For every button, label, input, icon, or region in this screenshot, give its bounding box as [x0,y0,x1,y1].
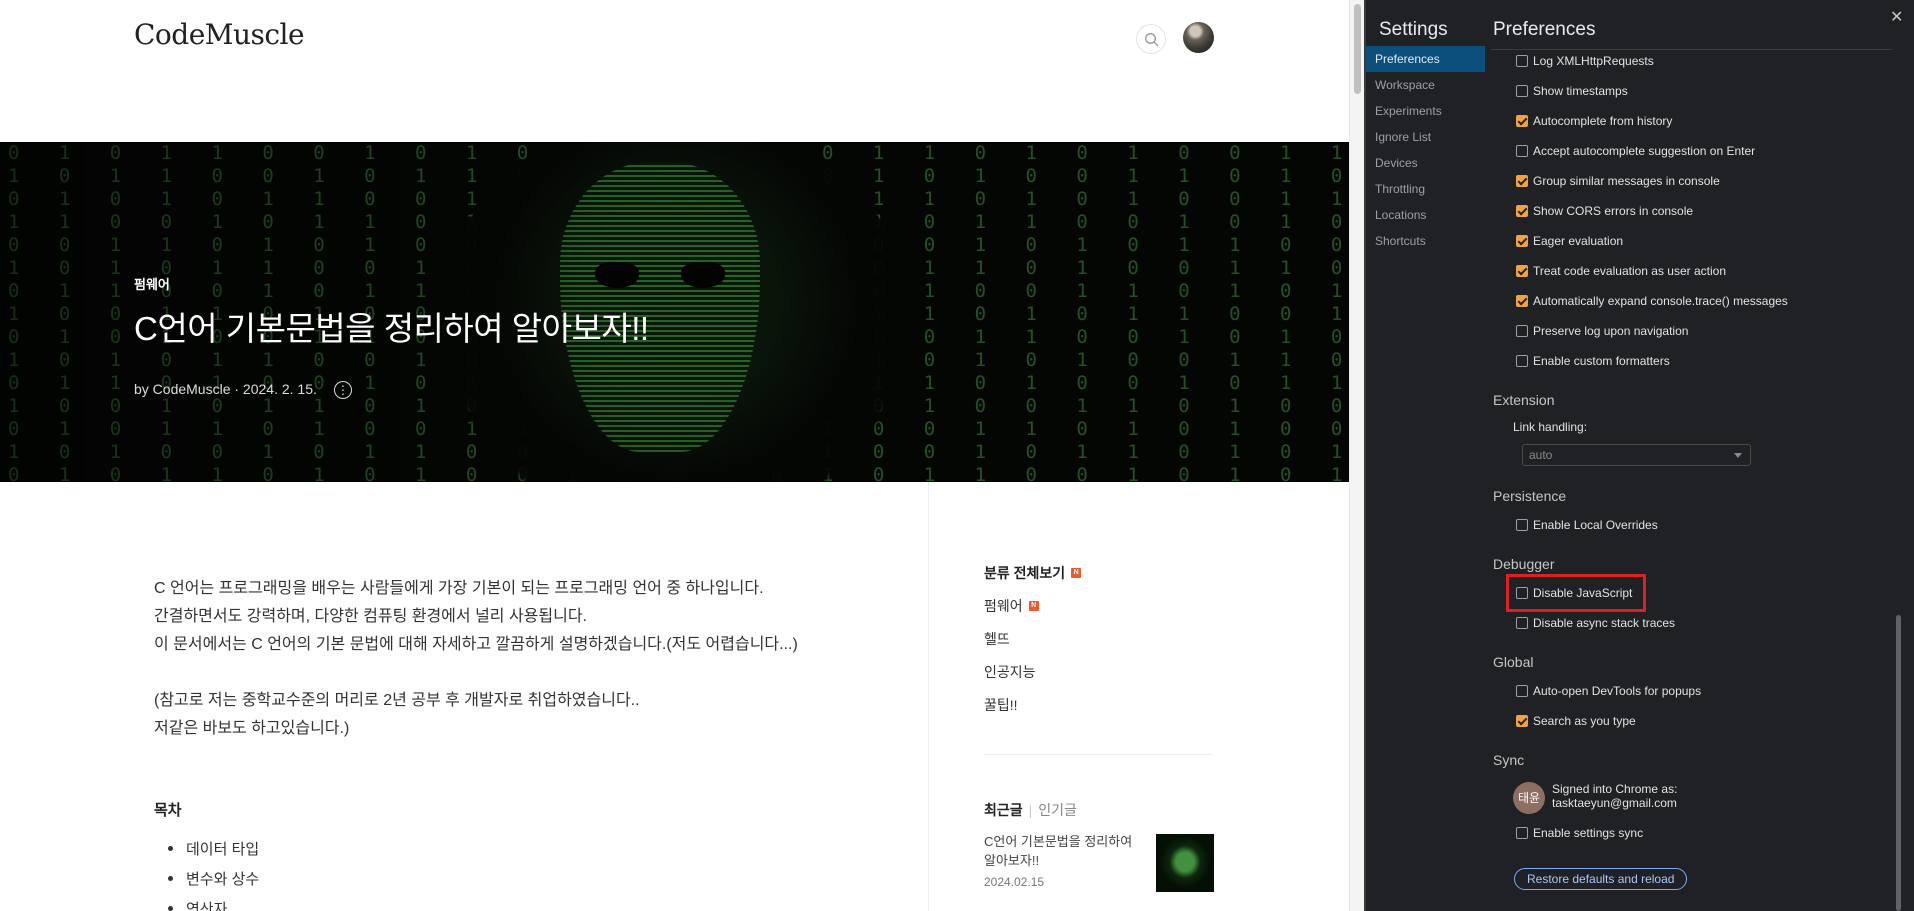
checkbox[interactable] [1516,145,1528,157]
recent-post-link[interactable]: C언어 기본문법을 정리하여 알아보자!! [984,832,1144,870]
settings-scrollbar[interactable] [1893,50,1905,911]
checkbox[interactable] [1516,325,1528,337]
tab-popular[interactable]: 인기글 [1038,802,1077,818]
hero-banner: 0 1 0 1 1 0 0 1 0 1 0 1 1 0 1 0 0 1 1 0 … [0,142,1349,482]
section-persistence: Persistence [1493,488,1567,504]
recent-post-thumbnail[interactable] [1156,834,1214,892]
option-show-timestamps[interactable]: Show timestamps [1516,82,1628,100]
profile-avatar[interactable] [1183,22,1214,53]
option-accept-autocomplete-enter[interactable]: Accept autocomplete suggestion on Enter [1516,142,1755,160]
category-item-firmware[interactable]: 펌웨어 N [984,589,1081,622]
checkbox[interactable] [1516,175,1528,187]
checkbox[interactable] [1516,685,1528,697]
category-item-tips[interactable]: 꿀팁!! [984,688,1081,721]
recent-popular-tabs: 최근글 | 인기글 [984,802,1077,818]
option-show-cors-errors[interactable]: Show CORS errors in console [1516,202,1693,220]
pane-title: Preferences [1493,19,1596,40]
nav-item-experiments[interactable]: Experiments [1366,98,1485,124]
section-extension: Extension [1493,392,1555,408]
option-treat-user-action[interactable]: Treat code evaluation as user action [1516,262,1726,280]
section-sync: Sync [1493,752,1525,768]
option-search-as-you-type[interactable]: Search as you type [1516,712,1636,730]
article-paragraph: 이 문서에서는 C 언어의 기본 문법에 대해 자세하고 깔끔하게 설명하겠습니… [154,636,798,653]
article-paragraph: (참고로 저는 중학교수준의 머리로 2년 공부 후 개발자로 취업하였습니다.… [154,692,640,709]
toc-list: 데이터 타입 변수와 상수 연산자 [167,838,259,911]
checkbox[interactable] [1516,519,1528,531]
search-button[interactable] [1136,24,1166,54]
account-avatar: 태윤 [1513,782,1545,814]
checkbox[interactable] [1516,55,1528,67]
section-global: Global [1493,654,1534,670]
new-badge: N [1071,567,1082,578]
article-paragraph [154,659,894,687]
toc-item[interactable]: 변수와 상수 [167,868,259,898]
option-custom-formatters[interactable]: Enable custom formatters [1516,352,1670,370]
post-title: C언어 기본문법을 정리하여 알아보자!! [134,310,649,347]
checkbox[interactable] [1516,205,1528,217]
checkbox[interactable] [1516,235,1528,247]
nav-item-ignore-list[interactable]: Ignore List [1366,124,1485,150]
article-paragraph: 간결하면서도 강력하며, 다양한 컴퓨팅 환경에서 널리 사용됩니다. [154,608,588,625]
link-handling-label: Link handling: [1513,420,1588,434]
checkbox[interactable] [1516,617,1528,629]
post-category[interactable]: 펌웨어 [134,274,170,293]
category-item-all[interactable]: 분류 전체보기 N [984,556,1082,589]
restore-defaults-button[interactable]: Restore defaults and reload [1514,868,1688,890]
option-settings-sync[interactable]: Enable settings sync [1516,824,1643,842]
nav-item-preferences[interactable]: Preferences [1366,46,1485,72]
more-options-icon[interactable]: ⋮ [334,381,352,399]
search-icon [1145,33,1159,47]
option-eager-evaluation[interactable]: Eager evaluation [1516,232,1623,250]
option-disable-javascript[interactable]: Disable JavaScript [1516,584,1632,602]
checkbox[interactable] [1516,115,1528,127]
devtools-settings-panel: Settings Preferences Workspace Experimen… [1366,0,1914,911]
option-log-xhr[interactable]: Log XMLHttpRequests [1516,52,1654,70]
section-debugger: Debugger [1493,556,1555,572]
option-autocomplete-history[interactable]: Autocomplete from history [1516,112,1672,130]
link-handling-select[interactable]: auto [1522,444,1751,466]
account-email: tasktaeyun@gmail.com [1552,796,1677,810]
toc-title: 목차 [154,802,182,819]
post-meta: by CodeMuscle · 2024. 2. 15. [134,381,317,397]
checkbox[interactable] [1516,295,1528,307]
category-list: 분류 전체보기 N 펌웨어 N 헬뜨 인공지능 꿀팁!! [984,556,1082,721]
category-item-ai[interactable]: 인공지능 [984,655,1081,688]
toc-item[interactable]: 데이터 타입 [167,838,259,868]
toc-item[interactable]: 연산자 [167,898,259,911]
tab-recent[interactable]: 최근글 [984,802,1023,818]
option-group-similar[interactable]: Group similar messages in console [1516,172,1720,190]
page-scrollbar[interactable] [1349,0,1364,911]
checkbox[interactable] [1516,715,1528,727]
article-paragraph: C 언어는 프로그래밍을 배우는 사람들에게 가장 기본이 되는 프로그래밍 언… [154,580,764,597]
checkbox[interactable] [1516,355,1528,367]
nav-item-locations[interactable]: Locations [1366,202,1485,228]
sidebar-separator [984,754,1213,755]
option-local-overrides[interactable]: Enable Local Overrides [1516,516,1658,534]
checkbox[interactable] [1516,265,1528,277]
sidebar-divider [928,482,929,911]
option-disable-async-stack[interactable]: Disable async stack traces [1516,614,1675,632]
chevron-down-icon [1734,453,1742,458]
option-expand-trace[interactable]: Automatically expand console.trace() mes… [1516,292,1788,310]
close-icon[interactable]: ✕ [1890,7,1903,27]
nav-item-devices[interactable]: Devices [1366,150,1485,176]
site-logo[interactable]: CodeMuscle [134,18,305,51]
recent-post-date: 2024.02.15 [984,875,1045,889]
checkbox[interactable] [1516,587,1528,599]
blog-page: CodeMuscle 0 1 0 1 1 0 0 1 0 1 0 1 1 0 1… [0,0,1349,911]
nav-item-shortcuts[interactable]: Shortcuts [1366,228,1485,254]
settings-title: Settings [1379,19,1448,40]
article-body: C 언어는 프로그래밍을 배우는 사람들에게 가장 기본이 되는 프로그래밍 언… [154,575,894,743]
new-badge: N [1028,600,1039,611]
nav-item-workspace[interactable]: Workspace [1366,72,1485,98]
article-paragraph: 저같은 바보도 하고있습니다.) [154,720,350,737]
category-item-health[interactable]: 헬뜨 [984,622,1081,655]
settings-nav: Preferences Workspace Experiments Ignore… [1366,46,1485,254]
option-preserve-log[interactable]: Preserve log upon navigation [1516,322,1688,340]
checkbox[interactable] [1516,85,1528,97]
option-auto-open-devtools[interactable]: Auto-open DevTools for popups [1516,682,1701,700]
checkbox[interactable] [1516,827,1528,839]
nav-item-throttling[interactable]: Throttling [1366,176,1485,202]
sync-status: Signed into Chrome as: tasktaeyun@gmail.… [1552,782,1678,810]
